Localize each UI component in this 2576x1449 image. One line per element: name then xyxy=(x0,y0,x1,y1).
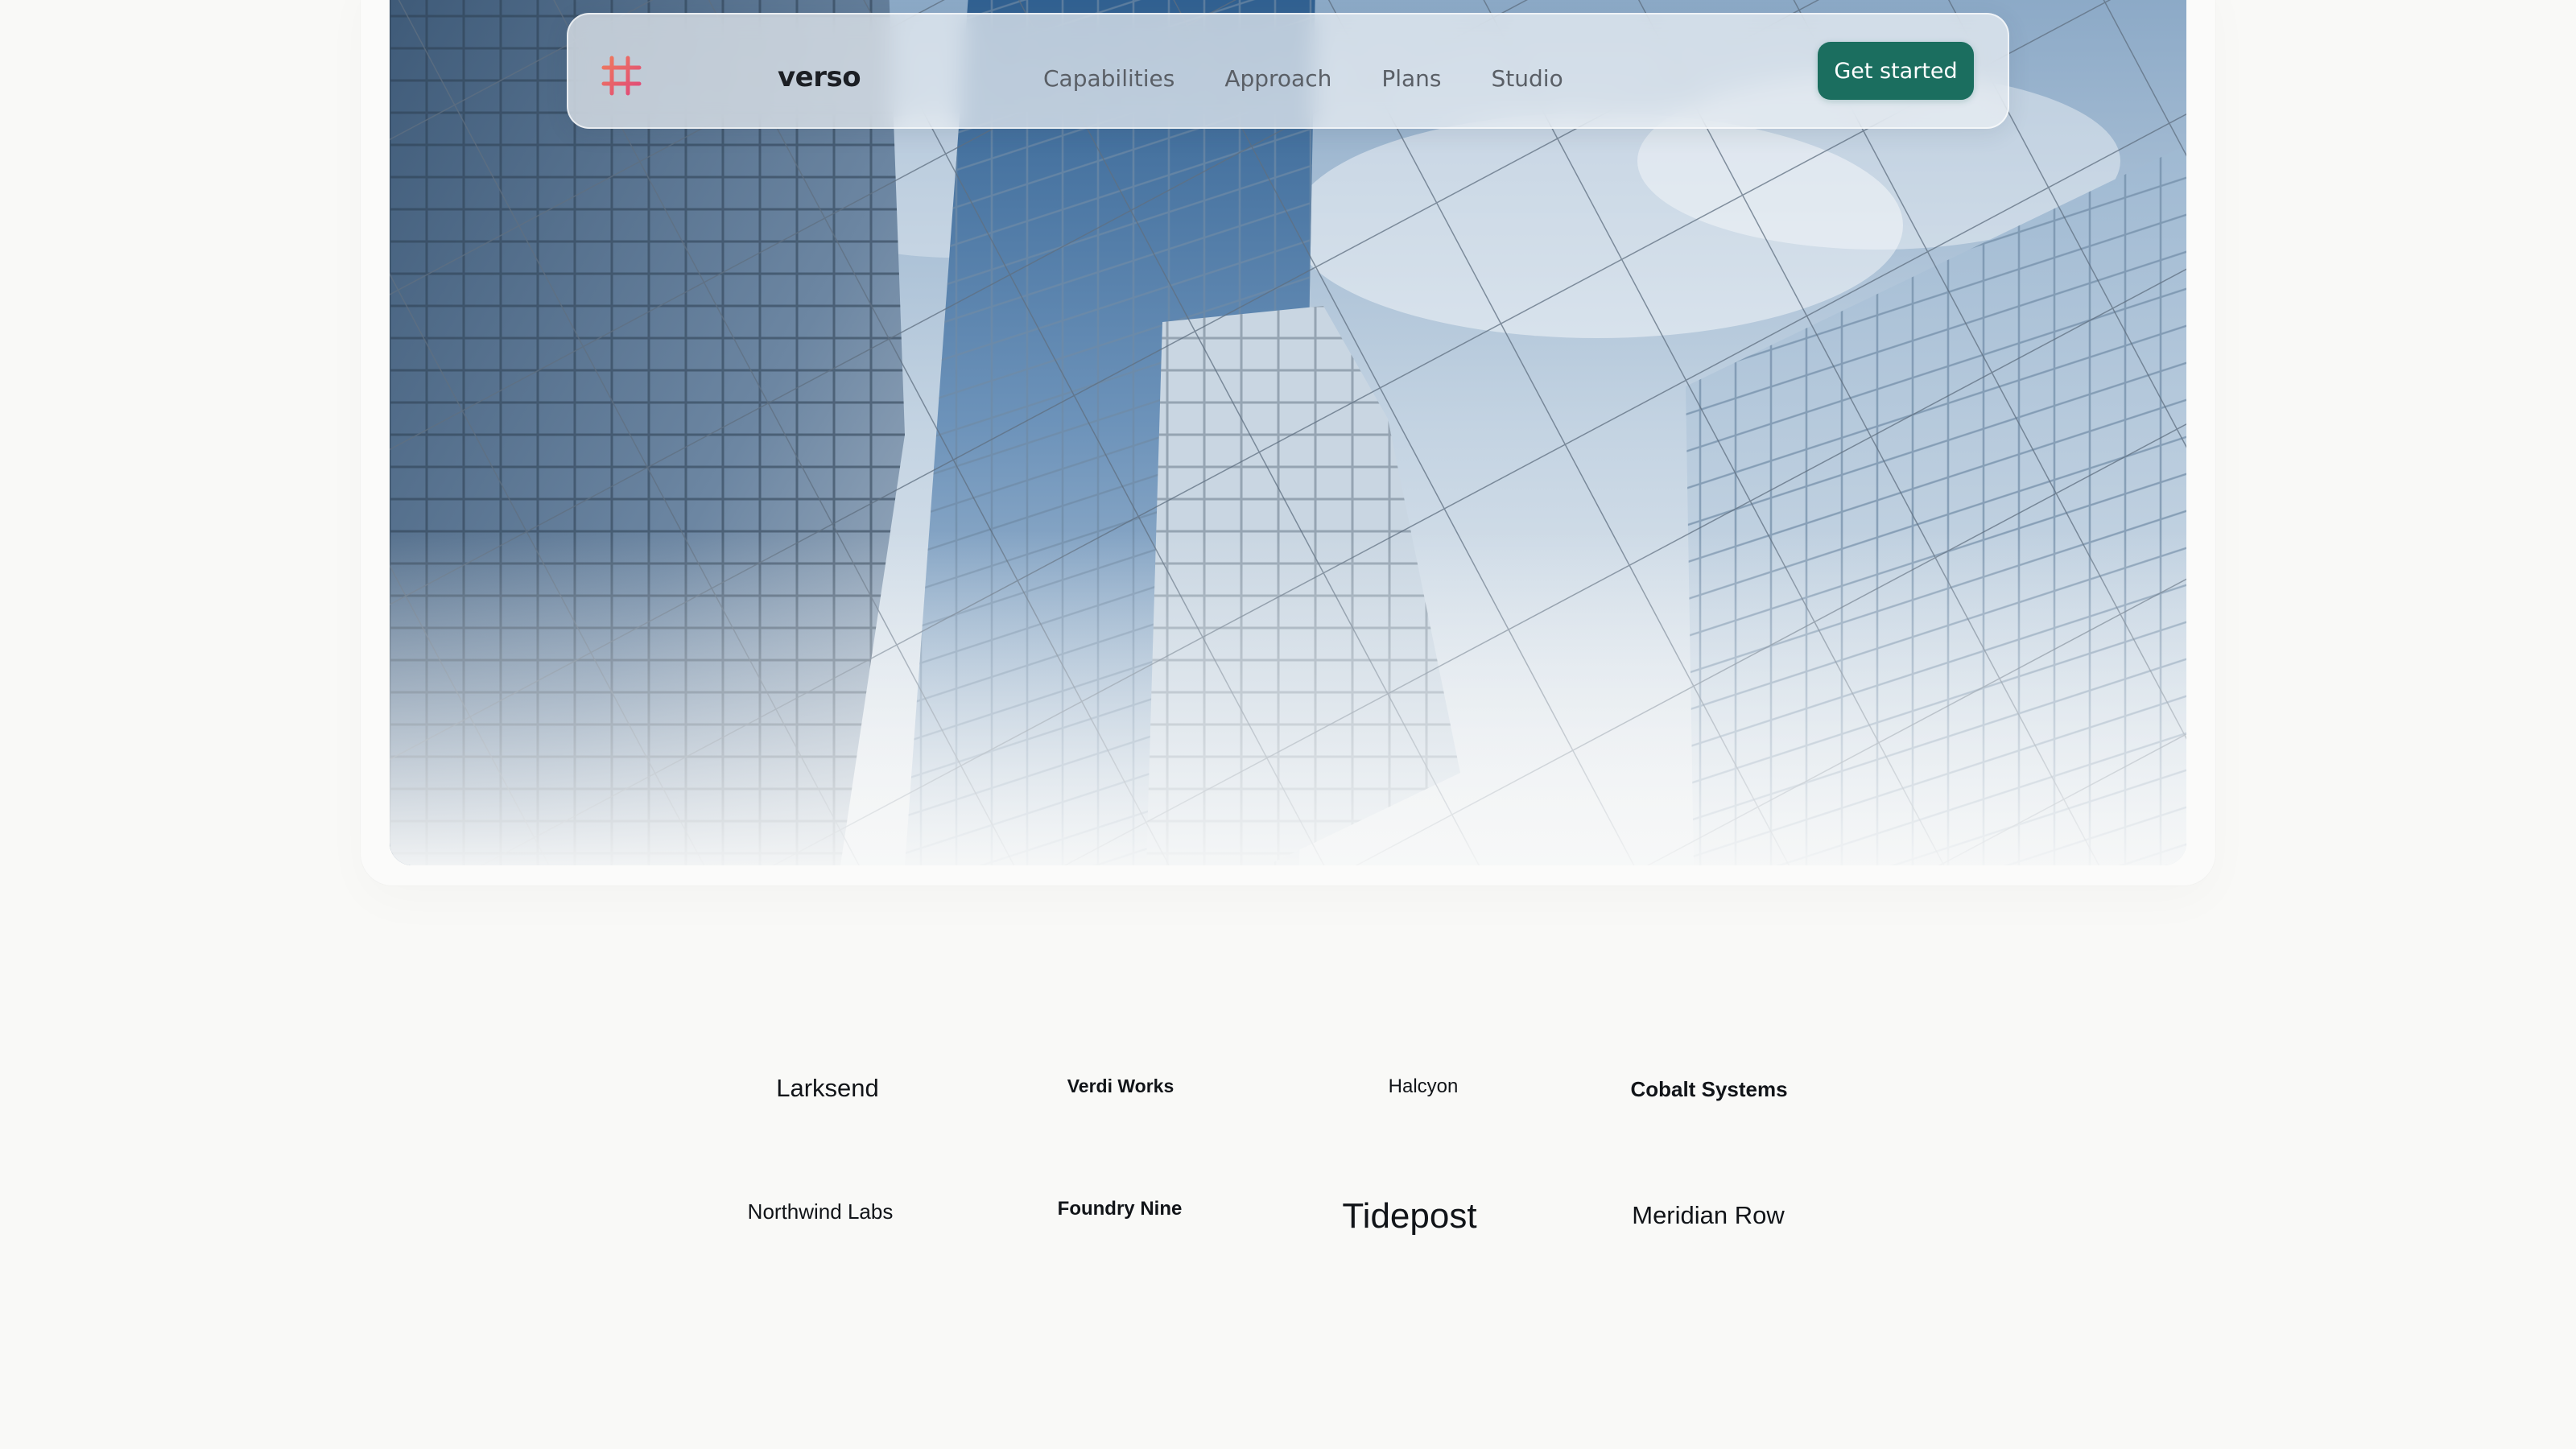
brand-name[interactable]: verso xyxy=(778,61,861,93)
skyscrapers-illustration xyxy=(390,0,2186,865)
hashtag-grid-icon[interactable] xyxy=(601,55,642,97)
client-logo-meridian-row: Meridian Row xyxy=(1632,1201,1785,1229)
client-logo-verdi-works: Verdi Works xyxy=(1067,1075,1174,1096)
nav-links: Capabilities Approach Plans Studio xyxy=(1043,64,1613,93)
client-logo-tidepost: Tidepost xyxy=(1342,1196,1477,1236)
nav-link-capabilities[interactable]: Capabilities xyxy=(1043,64,1174,93)
nav-link-approach[interactable]: Approach xyxy=(1224,64,1331,93)
top-navbar: verso Capabilities Approach Plans Studio… xyxy=(567,13,2009,129)
hero-image xyxy=(390,0,2186,865)
client-logo-foundry-nine: Foundry Nine xyxy=(1057,1198,1183,1220)
client-logo-northwind-labs: Northwind Labs xyxy=(747,1199,894,1224)
nav-link-plans[interactable]: Plans xyxy=(1381,64,1441,93)
nav-link-studio[interactable]: Studio xyxy=(1492,64,1563,93)
get-started-button[interactable]: Get started xyxy=(1818,42,1974,100)
client-logo-larksend: Larksend xyxy=(776,1074,879,1102)
client-logo-halcyon: Halcyon xyxy=(1388,1075,1459,1097)
client-logo-cobalt-systems: Cobalt Systems xyxy=(1630,1077,1788,1101)
